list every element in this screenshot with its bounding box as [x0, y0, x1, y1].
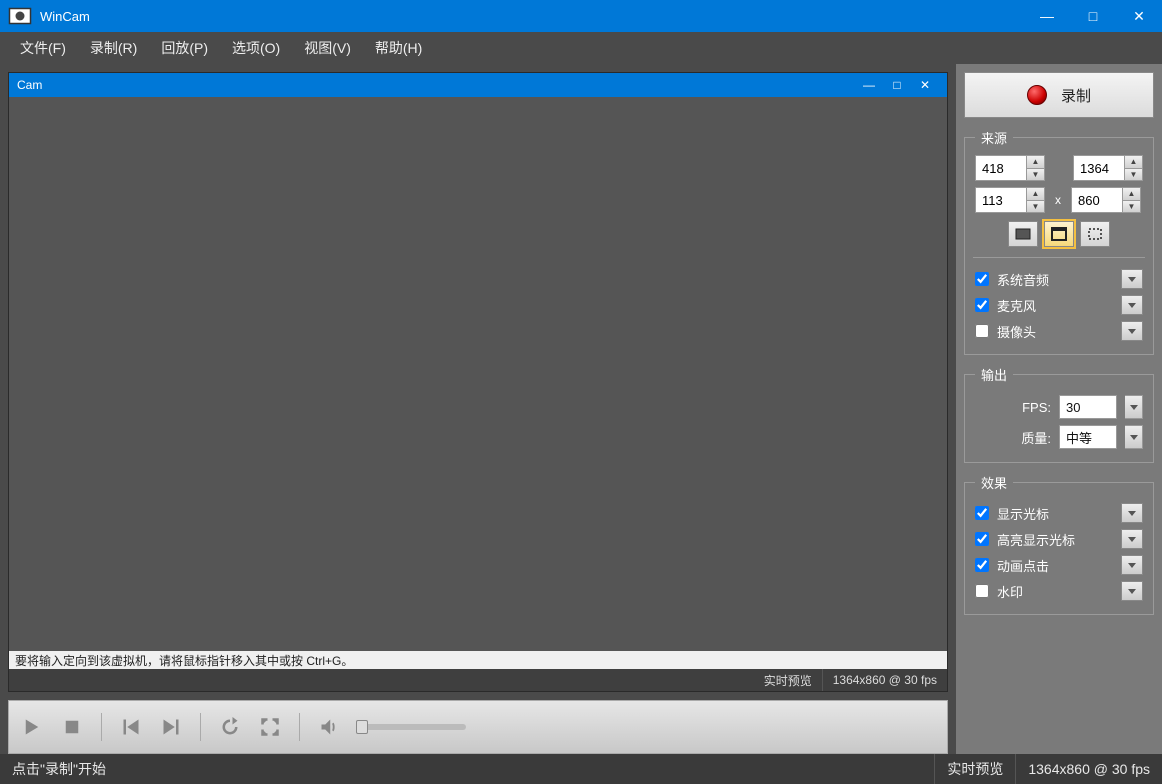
- source-group: 来源 ▲▼ ▲▼ ▲▼ x ▲: [964, 128, 1154, 355]
- maximize-button[interactable]: □: [1070, 0, 1116, 32]
- vm-input-hint: 要将输入定向到该虚拟机，请将鼠标指针移入其中或按 Ctrl+G。: [9, 651, 947, 669]
- system-audio-label: 系统音频: [997, 270, 1113, 289]
- mode-fullscreen-button[interactable]: [1008, 221, 1038, 247]
- source-width-input[interactable]: [1073, 155, 1125, 181]
- fps-dropdown-button[interactable]: [1125, 395, 1143, 419]
- minimize-button[interactable]: —: [1024, 0, 1070, 32]
- animate-click-checkbox[interactable]: [975, 558, 989, 572]
- nested-statusbar: 实时预览 1364x860 @ 30 fps: [9, 669, 947, 691]
- volume-slider[interactable]: [356, 724, 466, 730]
- status-resolution: 1364x860 @ 30 fps: [1015, 754, 1162, 784]
- nested-preview-label: 实时预览: [754, 669, 822, 691]
- highlight-cursor-options-button[interactable]: [1121, 529, 1143, 549]
- menu-record[interactable]: 录制(R): [78, 34, 149, 62]
- watermark-options-button[interactable]: [1121, 581, 1143, 601]
- effects-legend: 效果: [975, 473, 1013, 492]
- camera-options-button[interactable]: [1121, 321, 1143, 341]
- show-cursor-label: 显示光标: [997, 504, 1113, 523]
- menu-replay[interactable]: 回放(P): [149, 34, 220, 62]
- output-legend: 输出: [975, 365, 1013, 384]
- source-legend: 来源: [975, 128, 1013, 147]
- highlight-cursor-checkbox[interactable]: [975, 532, 989, 546]
- spinner-down-icon[interactable]: ▼: [1125, 168, 1143, 182]
- source-height-input[interactable]: [1071, 187, 1123, 213]
- record-button[interactable]: 录制: [964, 72, 1154, 118]
- microphone-options-button[interactable]: [1121, 295, 1143, 315]
- menu-options[interactable]: 选项(O): [220, 34, 292, 62]
- prev-frame-button[interactable]: [118, 714, 144, 740]
- volume-icon[interactable]: [316, 714, 342, 740]
- status-preview-label: 实时预览: [934, 754, 1015, 784]
- side-panel: 录制 来源 ▲▼ ▲▼ ▲▼ x: [956, 64, 1162, 754]
- close-button[interactable]: ✕: [1116, 0, 1162, 32]
- watermark-label: 水印: [997, 582, 1113, 601]
- play-button[interactable]: [19, 714, 45, 740]
- spinner-down-icon[interactable]: ▼: [1027, 200, 1045, 214]
- preview-pane: Cam — □ ✕ 要将输入定向到该虚拟机，请将鼠标指针移入其中或按 Ctrl+…: [0, 64, 956, 754]
- nested-preview-resolution: 1364x860 @ 30 fps: [822, 669, 947, 691]
- spinner-up-icon[interactable]: ▲: [1123, 187, 1141, 200]
- microphone-checkbox[interactable]: [975, 298, 989, 312]
- menubar: 文件(F) 录制(R) 回放(P) 选项(O) 视图(V) 帮助(H): [0, 32, 1162, 64]
- spinner-up-icon[interactable]: ▲: [1027, 187, 1045, 200]
- animate-click-options-button[interactable]: [1121, 555, 1143, 575]
- separator: [299, 713, 300, 741]
- nested-window-titlebar: Cam — □ ✕: [9, 73, 947, 97]
- record-button-label: 录制: [1061, 85, 1091, 106]
- show-cursor-options-button[interactable]: [1121, 503, 1143, 523]
- camera-checkbox[interactable]: [975, 324, 989, 338]
- status-hint: 点击"录制"开始: [0, 754, 934, 784]
- loop-button[interactable]: [217, 714, 243, 740]
- nested-preview-content: [9, 97, 947, 691]
- player-bar: [8, 700, 948, 754]
- spinner-down-icon[interactable]: ▼: [1123, 200, 1141, 214]
- nested-window-title: Cam: [17, 78, 42, 92]
- microphone-label: 麦克风: [997, 296, 1113, 315]
- app-icon: [8, 4, 32, 28]
- source-height-field[interactable]: ▲▼: [1071, 187, 1141, 213]
- titlebar: WinCam — □ ✕: [0, 0, 1162, 32]
- separator: [101, 713, 102, 741]
- mode-region-button[interactable]: [1080, 221, 1110, 247]
- dimension-x-label: x: [1053, 193, 1063, 207]
- quality-dropdown-button[interactable]: [1125, 425, 1143, 449]
- source-top-field[interactable]: ▲▼: [975, 187, 1045, 213]
- quality-value[interactable]: 中等: [1059, 425, 1117, 449]
- volume-thumb[interactable]: [356, 720, 368, 734]
- source-left-input[interactable]: [975, 155, 1027, 181]
- system-audio-checkbox[interactable]: [975, 272, 989, 286]
- nested-close-icon[interactable]: ✕: [911, 78, 939, 92]
- quality-label: 质量:: [1021, 428, 1051, 447]
- menu-file[interactable]: 文件(F): [8, 34, 78, 62]
- record-icon: [1027, 85, 1047, 105]
- source-width-field[interactable]: ▲▼: [1073, 155, 1143, 181]
- menu-help[interactable]: 帮助(H): [363, 34, 434, 62]
- source-top-input[interactable]: [975, 187, 1027, 213]
- highlight-cursor-label: 高亮显示光标: [997, 530, 1113, 549]
- spinner-up-icon[interactable]: ▲: [1125, 155, 1143, 168]
- output-group: 输出 FPS: 30 质量: 中等: [964, 365, 1154, 463]
- fps-label: FPS:: [1022, 400, 1051, 415]
- next-frame-button[interactable]: [158, 714, 184, 740]
- stop-button[interactable]: [59, 714, 85, 740]
- preview-box: Cam — □ ✕ 要将输入定向到该虚拟机，请将鼠标指针移入其中或按 Ctrl+…: [8, 72, 948, 692]
- nested-maximize-icon[interactable]: □: [883, 78, 911, 92]
- nested-minimize-icon[interactable]: —: [855, 78, 883, 92]
- menu-view[interactable]: 视图(V): [292, 34, 363, 62]
- system-audio-options-button[interactable]: [1121, 269, 1143, 289]
- source-left-field[interactable]: ▲▼: [975, 155, 1045, 181]
- camera-label: 摄像头: [997, 322, 1113, 341]
- fullscreen-button[interactable]: [257, 714, 283, 740]
- animate-click-label: 动画点击: [997, 556, 1113, 575]
- spinner-down-icon[interactable]: ▼: [1027, 168, 1045, 182]
- app-title: WinCam: [40, 9, 1024, 24]
- effects-group: 效果 显示光标 高亮显示光标 动画点击 水印: [964, 473, 1154, 615]
- show-cursor-checkbox[interactable]: [975, 506, 989, 520]
- statusbar: 点击"录制"开始 实时预览 1364x860 @ 30 fps: [0, 754, 1162, 784]
- spinner-up-icon[interactable]: ▲: [1027, 155, 1045, 168]
- fps-value[interactable]: 30: [1059, 395, 1117, 419]
- mode-window-button[interactable]: [1044, 221, 1074, 247]
- watermark-checkbox[interactable]: [975, 584, 989, 598]
- separator: [200, 713, 201, 741]
